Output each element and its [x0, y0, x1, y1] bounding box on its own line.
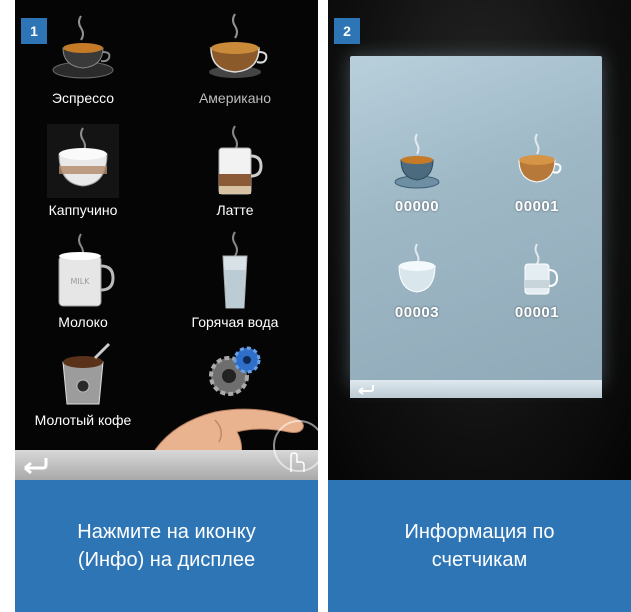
drink-label: Молотый кофе [34, 412, 132, 428]
bottom-bar [15, 450, 318, 480]
caption-line: Нажмите на иконку [77, 521, 256, 543]
counter-americano: 00001 [492, 130, 582, 215]
counter-value: 00000 [394, 198, 440, 215]
hot-water-glass-icon [222, 231, 248, 309]
milk-cup-icon [398, 243, 436, 293]
counter-latte: 00001 [492, 242, 582, 321]
caption-line: (Инфо) на дисплее [77, 549, 256, 571]
drink-label: Каппучино [48, 202, 118, 218]
step-caption: Нажмите на иконку (Инфо) на дисплее [15, 480, 318, 612]
drink-milk[interactable]: MILK Молоко [15, 230, 153, 330]
drink-latte[interactable]: Латте [165, 122, 305, 218]
counter-value: 00001 [514, 304, 560, 321]
espresso-cup-icon [394, 133, 440, 189]
drink-label: Эспрессо [51, 90, 115, 106]
drink-label: Латте [216, 202, 254, 218]
espresso-cup-icon [52, 15, 114, 79]
counter-milk: 00003 [372, 242, 462, 321]
counter-value: 00003 [394, 304, 440, 321]
cappuccino-cup-icon [47, 124, 119, 198]
back-icon[interactable] [356, 382, 376, 396]
back-icon[interactable] [21, 454, 49, 476]
drink-hot-water[interactable]: Горячая вода [165, 230, 305, 330]
panel-step-1: 1 Эспрессо Американо Каппучино Латте MIL… [15, 0, 318, 612]
drink-label: Горячая вода [191, 314, 279, 330]
counter-screen: 2 00000 00001 00003 00001 [328, 0, 631, 480]
latte-glass-icon [218, 125, 263, 195]
panel-step-2: 2 00000 00001 00003 00001 Информация по … [328, 0, 631, 612]
counter-display: 00000 00001 00003 00001 [350, 56, 602, 398]
latte-cup-icon [524, 243, 559, 295]
counter-value: 00001 [514, 198, 560, 215]
step-number: 2 [334, 18, 360, 44]
drink-cappuccino[interactable]: Каппучино [15, 122, 153, 218]
americano-cup-icon [209, 13, 268, 78]
milk-mug-icon: MILK [58, 233, 115, 307]
drink-ground-coffee[interactable]: Молотый кофе [15, 340, 153, 428]
americano-cup-icon [518, 133, 562, 183]
caption-line: счетчикам [431, 549, 528, 571]
ground-coffee-icon [62, 342, 111, 405]
drink-label: Американо [198, 90, 272, 106]
counter-espresso: 00000 [372, 130, 462, 215]
bottom-bar [350, 380, 602, 398]
drink-americano[interactable]: Американо [165, 8, 305, 106]
step-caption: Информация по счетчикам [328, 480, 631, 612]
svg-text:MILK: MILK [71, 277, 91, 286]
drink-label: Молоко [58, 314, 108, 330]
drink-menu-screen: 1 Эспрессо Американо Каппучино Латте MIL… [15, 0, 318, 480]
caption-line: Информация по [404, 521, 555, 543]
info-icon[interactable] [283, 446, 305, 474]
step-number: 1 [21, 18, 47, 44]
